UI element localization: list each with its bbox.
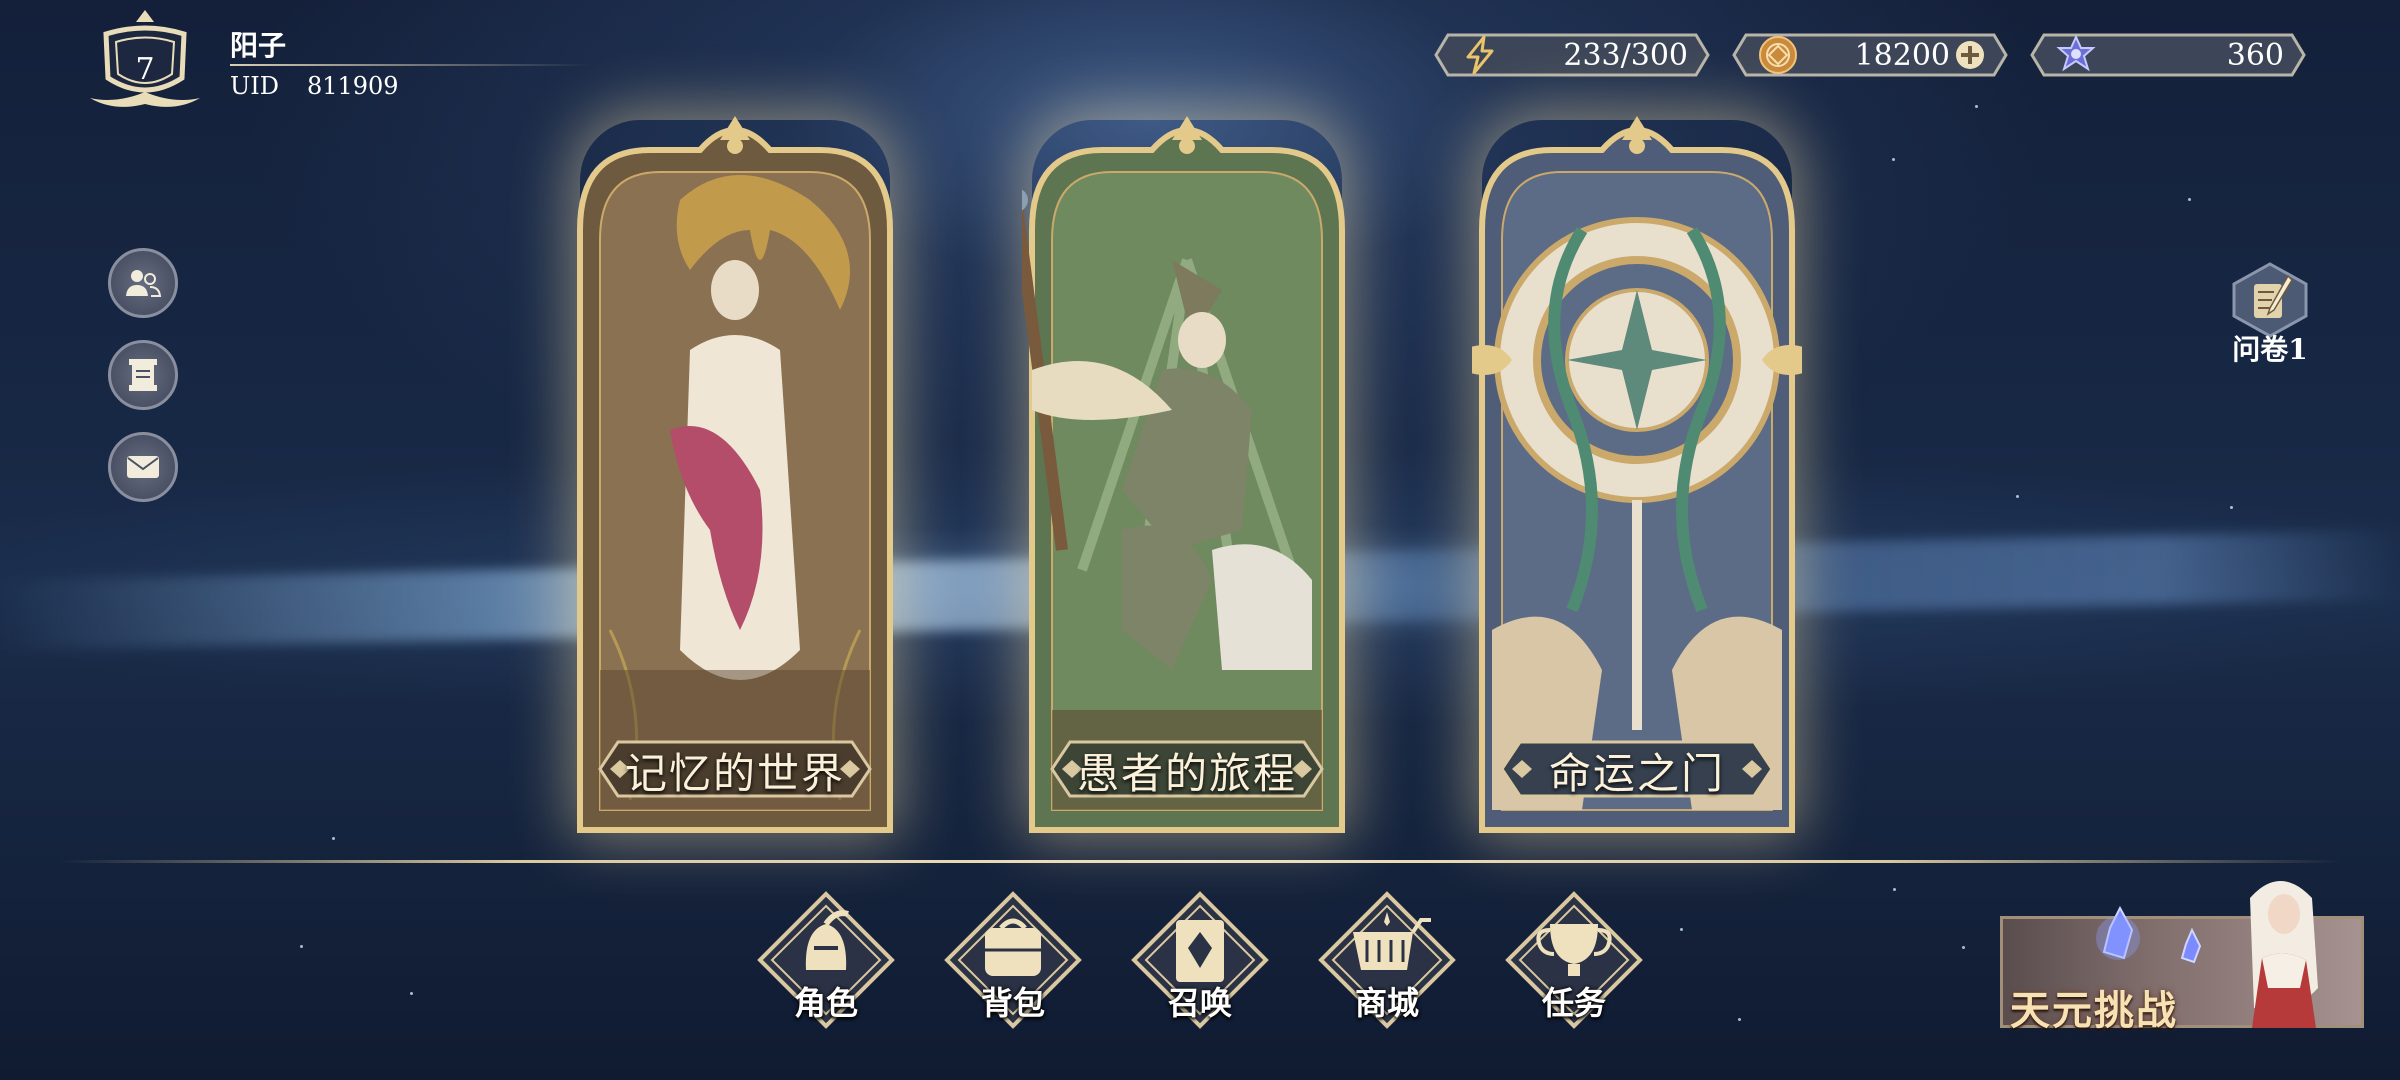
star-sparkle	[2188, 198, 2191, 201]
name-underline	[230, 64, 590, 66]
nav-summon[interactable]: 召唤	[1130, 890, 1270, 1030]
gem-bar[interactable]: 360	[2030, 32, 2306, 78]
mail-button[interactable]	[108, 432, 178, 502]
event-title: 天元挑战	[2010, 987, 2178, 1034]
nav-backpack[interactable]: 背包	[943, 890, 1083, 1030]
level-number: 7	[135, 52, 155, 87]
star-sparkle	[2016, 495, 2019, 498]
nav-quest[interactable]: 任务	[1504, 890, 1644, 1030]
nav-label: 背包	[980, 984, 1045, 1022]
nav-label: 召唤	[1167, 984, 1232, 1022]
mail-icon	[127, 456, 159, 478]
nav-shop[interactable]: 商城	[1317, 890, 1457, 1030]
card-art	[577, 116, 893, 833]
star-sparkle	[1975, 105, 1978, 108]
star-sparkle	[2230, 506, 2233, 509]
star-sparkle	[1738, 1018, 1741, 1021]
card-fools-journey[interactable]: 愚者的旅程	[1022, 110, 1352, 840]
scroll-button[interactable]	[108, 340, 178, 410]
level-badge[interactable]: 7	[86, 8, 204, 112]
coin-bar[interactable]: 18200	[1732, 32, 2008, 78]
player-name: 阳子	[230, 29, 287, 62]
nav-label: 商城	[1354, 984, 1419, 1022]
star-sparkle	[1680, 928, 1683, 931]
friends-icon	[126, 270, 162, 297]
star-sparkle	[410, 992, 413, 995]
stamina-value: 233/300	[1563, 38, 1688, 73]
nav-label: 任务	[1541, 984, 1606, 1022]
star-gem-icon	[2056, 35, 2096, 72]
card-door-of-fate[interactable]: 命运之门	[1472, 110, 1802, 840]
nav-label: 角色	[793, 984, 858, 1022]
uid-label: UID	[230, 72, 279, 100]
card-title: 命运之门	[1548, 749, 1725, 798]
nav-character[interactable]: 角色	[756, 890, 896, 1030]
star-sparkle	[1893, 888, 1896, 891]
star-sparkle	[300, 945, 303, 948]
event-banner[interactable]: 天元挑战	[2000, 868, 2364, 1034]
lightning-icon	[1466, 35, 1494, 75]
card-art	[1472, 116, 1802, 833]
scroll-icon	[129, 359, 157, 391]
friends-button[interactable]	[108, 248, 178, 318]
uid-row: UID 811909	[230, 72, 427, 100]
section-divider	[60, 860, 2340, 863]
coin-value: 18200	[1854, 38, 1950, 73]
gem-value: 360	[2226, 38, 2284, 73]
card-title: 记忆的世界	[624, 749, 845, 798]
survey-button[interactable]: 问卷1	[2222, 262, 2318, 366]
card-memory-world[interactable]: 记忆的世界	[570, 110, 900, 840]
card-art	[1022, 116, 1345, 833]
card-title: 愚者的旅程	[1076, 749, 1297, 798]
survey-label: 问卷1	[2232, 333, 2308, 366]
add-coins-icon[interactable]	[1954, 39, 1986, 71]
star-sparkle	[1892, 158, 1895, 161]
coin-icon	[1759, 36, 1797, 74]
uid-value: 811909	[306, 72, 399, 100]
stamina-bar[interactable]: 233/300	[1434, 32, 1710, 78]
star-sparkle	[332, 837, 335, 840]
star-sparkle	[1962, 946, 1965, 949]
